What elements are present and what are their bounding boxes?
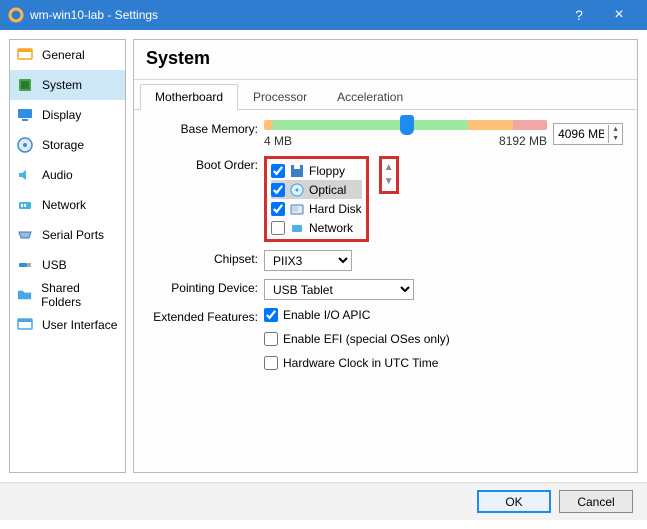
tabs: Motherboard Processor Acceleration bbox=[134, 84, 637, 110]
app-icon bbox=[8, 7, 24, 23]
ext-efi-label: Enable EFI (special OSes only) bbox=[283, 332, 450, 346]
network-icon bbox=[16, 196, 34, 214]
sidebar-item-general[interactable]: General bbox=[10, 40, 125, 70]
chipset-label: Chipset: bbox=[134, 250, 264, 266]
page-heading: System bbox=[134, 40, 637, 80]
optical-icon bbox=[289, 182, 305, 198]
sidebar-label: System bbox=[42, 78, 82, 92]
sidebar-item-system[interactable]: System bbox=[10, 70, 125, 100]
ui-icon bbox=[16, 316, 34, 334]
ext-ioapic-check[interactable] bbox=[264, 308, 278, 322]
boot-item-hdd[interactable]: Hard Disk bbox=[271, 199, 362, 218]
sidebar-label: USB bbox=[42, 258, 67, 272]
audio-icon bbox=[16, 166, 34, 184]
ext-ioapic-label: Enable I/O APIC bbox=[283, 308, 370, 322]
boot-check-floppy[interactable] bbox=[271, 164, 285, 178]
sidebar-label: Storage bbox=[42, 138, 84, 152]
window-title: wm-win10-lab - Settings bbox=[30, 8, 559, 22]
boot-label-floppy: Floppy bbox=[309, 164, 345, 178]
network-boot-icon bbox=[289, 220, 305, 236]
boot-order-list: Floppy Optical Hard Disk bbox=[264, 156, 369, 242]
sidebar-item-storage[interactable]: Storage bbox=[10, 130, 125, 160]
titlebar: wm-win10-lab - Settings ? × bbox=[0, 0, 647, 30]
form: Base Memory: 4 MB 8192 MB ▲▼ bbox=[134, 110, 637, 390]
system-icon bbox=[16, 76, 34, 94]
chipset-select[interactable]: PIIX3 bbox=[264, 250, 352, 271]
sidebar: General System Display Storage Audio Net… bbox=[9, 39, 126, 473]
sidebar-label: Shared Folders bbox=[41, 281, 119, 309]
sidebar-label: Network bbox=[42, 198, 86, 212]
memory-min: 4 MB bbox=[264, 134, 292, 148]
serial-icon bbox=[16, 226, 34, 244]
spin-down-icon[interactable]: ▼ bbox=[609, 134, 622, 143]
sidebar-item-usb[interactable]: USB bbox=[10, 250, 125, 280]
slider-thumb[interactable] bbox=[400, 115, 414, 135]
ext-ioapic[interactable]: Enable I/O APIC bbox=[264, 308, 370, 322]
ext-utc-check[interactable] bbox=[264, 356, 278, 370]
memory-input[interactable] bbox=[554, 127, 608, 141]
sidebar-label: General bbox=[42, 48, 85, 62]
memory-max: 8192 MB bbox=[499, 134, 547, 148]
content: General System Display Storage Audio Net… bbox=[0, 30, 647, 482]
sidebar-label: Serial Ports bbox=[42, 228, 104, 242]
folder-icon bbox=[16, 286, 33, 304]
sidebar-item-serial[interactable]: Serial Ports bbox=[10, 220, 125, 250]
memory-spinner[interactable]: ▲▼ bbox=[553, 123, 623, 145]
ext-utc[interactable]: Hardware Clock in UTC Time bbox=[264, 356, 438, 370]
row-boot: Boot Order: Floppy Optical bbox=[134, 156, 623, 242]
ok-button[interactable]: OK bbox=[477, 490, 551, 513]
sidebar-item-shared[interactable]: Shared Folders bbox=[10, 280, 125, 310]
sidebar-item-network[interactable]: Network bbox=[10, 190, 125, 220]
row-chipset: Chipset: PIIX3 bbox=[134, 250, 623, 271]
move-up-icon[interactable]: ▲ bbox=[384, 161, 394, 175]
sidebar-label: User Interface bbox=[42, 318, 117, 332]
memory-label: Base Memory: bbox=[134, 120, 264, 136]
sidebar-item-display[interactable]: Display bbox=[10, 100, 125, 130]
help-button[interactable]: ? bbox=[559, 0, 599, 30]
tab-processor[interactable]: Processor bbox=[238, 84, 322, 110]
boot-check-optical[interactable] bbox=[271, 183, 285, 197]
ext-utc-label: Hardware Clock in UTC Time bbox=[283, 356, 438, 370]
move-down-icon[interactable]: ▼ bbox=[384, 175, 394, 189]
ext-efi-check[interactable] bbox=[264, 332, 278, 346]
ext-efi[interactable]: Enable EFI (special OSes only) bbox=[264, 332, 450, 346]
spin-up-icon[interactable]: ▲ bbox=[609, 125, 622, 134]
boot-check-network[interactable] bbox=[271, 221, 285, 235]
general-icon bbox=[16, 46, 34, 64]
boot-label: Boot Order: bbox=[134, 156, 264, 172]
tab-motherboard[interactable]: Motherboard bbox=[140, 84, 238, 110]
close-button[interactable]: × bbox=[599, 0, 639, 30]
display-icon bbox=[16, 106, 34, 124]
row-extended: Extended Features: Enable I/O APIC Enabl… bbox=[134, 308, 623, 374]
main-panel: System Motherboard Processor Acceleratio… bbox=[133, 39, 638, 473]
boot-check-hdd[interactable] bbox=[271, 202, 285, 216]
extended-label: Extended Features: bbox=[134, 308, 264, 324]
sidebar-item-audio[interactable]: Audio bbox=[10, 160, 125, 190]
sidebar-item-ui[interactable]: User Interface bbox=[10, 310, 125, 340]
sidebar-label: Display bbox=[42, 108, 81, 122]
row-pointing: Pointing Device: USB Tablet bbox=[134, 279, 623, 300]
memory-slider[interactable]: 4 MB 8192 MB bbox=[264, 120, 547, 148]
usb-icon bbox=[16, 256, 34, 274]
pointing-label: Pointing Device: bbox=[134, 279, 264, 295]
boot-label-network: Network bbox=[309, 221, 353, 235]
pointing-select[interactable]: USB Tablet bbox=[264, 279, 414, 300]
storage-icon bbox=[16, 136, 34, 154]
sidebar-label: Audio bbox=[42, 168, 73, 182]
cancel-button[interactable]: Cancel bbox=[559, 490, 633, 513]
footer: OK Cancel bbox=[0, 482, 647, 520]
boot-item-network[interactable]: Network bbox=[271, 218, 362, 237]
tab-acceleration[interactable]: Acceleration bbox=[322, 84, 418, 110]
boot-label-optical: Optical bbox=[309, 183, 346, 197]
boot-item-floppy[interactable]: Floppy bbox=[271, 161, 362, 180]
boot-move-buttons: ▲ ▼ bbox=[379, 156, 399, 194]
harddisk-icon bbox=[289, 201, 305, 217]
row-memory: Base Memory: 4 MB 8192 MB ▲▼ bbox=[134, 120, 623, 148]
boot-item-optical[interactable]: Optical bbox=[271, 180, 362, 199]
floppy-icon bbox=[289, 163, 305, 179]
boot-label-hdd: Hard Disk bbox=[309, 202, 362, 216]
